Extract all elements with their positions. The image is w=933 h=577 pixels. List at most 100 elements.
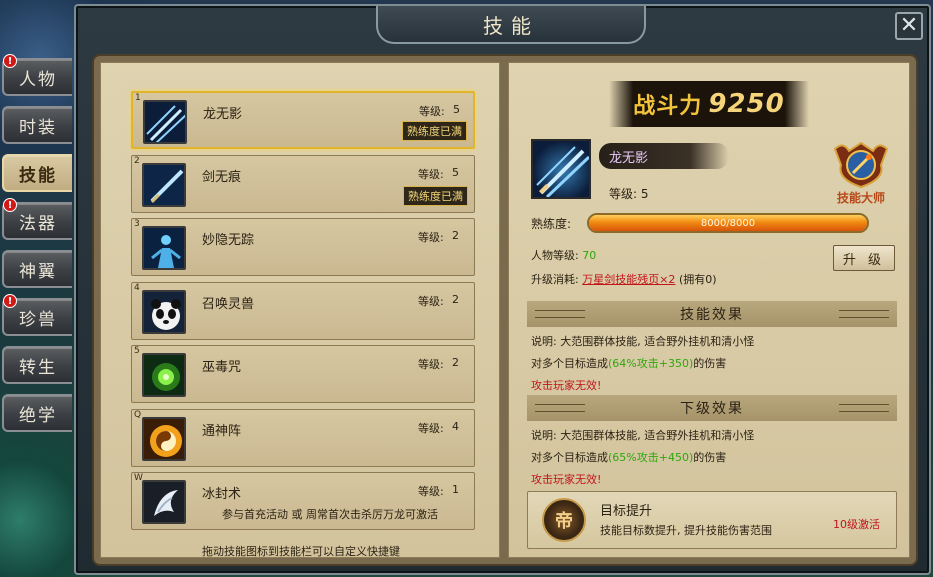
character-level-value: 70 [582, 249, 597, 262]
skill-level-label: 等级: [419, 105, 445, 118]
ice-icon[interactable] [142, 480, 186, 524]
sidebar-tab-label: 绝学 [19, 405, 57, 426]
sidebar-tab-label: 珍兽 [19, 309, 57, 330]
taiji-icon[interactable] [142, 417, 186, 461]
next-effect-pvp-note: 攻击玩家无效! [531, 473, 602, 486]
character-level-row: 人物等级: 70 [531, 247, 596, 263]
skill-book: 拖动技能图标到技能栏可以自定义快捷键 1 龙无影 等级: 5 熟练度已满 2 剑无痕 等级: 5… [94, 56, 916, 564]
skill-level-label: 等级: [418, 295, 444, 308]
skill-master-label: 技能大师 [836, 191, 885, 205]
side-tabs: 人物! 时装技能法器! 神翼珍兽! 转生绝学 [2, 54, 74, 442]
hotkey-label: 5 [134, 346, 140, 356]
skill-level-value: 1 [452, 483, 459, 496]
skill-level-value: 2 [452, 293, 459, 306]
effect-damage-prefix: 对多个目标造成 [531, 357, 608, 370]
effect-damage-value: (64%攻击+350) [608, 357, 694, 370]
next-damage-suffix: 的伤害 [693, 451, 727, 464]
hotkey-label: Q [134, 410, 142, 420]
skill-level-label: 等级: [418, 422, 444, 435]
effect-damage-suffix: 的伤害 [693, 357, 727, 370]
skill-row[interactable]: 1 龙无影 等级: 5 熟练度已满 [131, 91, 475, 149]
sidebar-tab[interactable]: 珍兽! [2, 294, 72, 336]
skill-row[interactable]: 5 巫毒咒 等级: 2 [131, 345, 475, 403]
poison-icon[interactable] [142, 353, 186, 397]
skill-row[interactable]: 4 召唤灵兽 等级: 2 [131, 282, 475, 340]
upgrade-cost-label: 升级消耗: [531, 273, 579, 286]
proficiency-label: 熟练度: [531, 217, 572, 231]
header-ornament [839, 404, 889, 412]
sidebar-tab[interactable]: 神翼 [2, 250, 72, 288]
sidebar-tab-label: 法器 [19, 213, 57, 234]
skill-row[interactable]: 2 剑无痕 等级: 5 熟练度已满 [131, 155, 475, 213]
drag-hint: 拖动技能图标到技能栏可以自定义快捷键 [202, 545, 400, 558]
hotkey-label: 2 [134, 156, 140, 166]
skill-name: 通神阵 [202, 424, 242, 439]
next-damage-value: (65%攻击+450) [608, 451, 694, 464]
close-button[interactable]: ✕ [895, 12, 923, 40]
sidebar-tab[interactable]: 时装 [2, 106, 72, 144]
skill-level-value: 5 [453, 103, 460, 116]
combat-power-banner: 战斗力 9250 [609, 81, 809, 127]
mastery-full-badge: 熟练度已满 [402, 121, 467, 141]
effect-pvp-note: 攻击玩家无效! [531, 379, 602, 392]
skill-row[interactable]: 3 妙隐无踪 等级: 2 [131, 218, 475, 276]
target-upgrade-description: 技能目标数提升, 提升技能伤害范围 [600, 524, 772, 537]
skill-level-text: 等级: 5 [609, 187, 649, 201]
sidebar-tab-label: 人物 [19, 69, 57, 90]
sidebar-tab[interactable]: 法器! [2, 198, 72, 240]
next-level-section-title: 下级效果 [680, 401, 744, 417]
skill-level-value: 4 [452, 420, 459, 433]
skill-level-value: 2 [452, 229, 459, 242]
next-damage-prefix: 对多个目标造成 [531, 451, 608, 464]
sword-icon[interactable] [142, 163, 186, 207]
sidebar-tab[interactable]: 绝学 [2, 394, 72, 432]
sidebar-tab-label: 技能 [19, 165, 57, 186]
skill-level-label: 等级: [418, 485, 444, 498]
target-upgrade-panel: 帝 目标提升 技能目标数提升, 提升技能伤害范围 10级激活 [527, 491, 897, 549]
skill-detail-page: 战斗力 9250 龙无影 等级: 5 技能大师 熟练度: 8000/8000 人… [508, 62, 910, 558]
next-effect-description: 说明: 大范围群体技能, 适合野外挂机和清小怪 [531, 429, 755, 442]
upgrade-cost-row: 升级消耗: 万星剑技能残页×2 (拥有0) [531, 271, 717, 287]
next-level-section-header: 下级效果 [527, 395, 897, 421]
hotkey-label: 3 [134, 219, 140, 229]
skill-name: 龙无影 [203, 107, 243, 122]
panda-icon[interactable] [142, 290, 186, 334]
effect-description: 说明: 大范围群体技能, 适合野外挂机和清小怪 [531, 335, 755, 348]
skill-level-label: 等级: [418, 168, 444, 181]
twin-swords-icon[interactable] [143, 100, 187, 144]
header-ornament [839, 310, 889, 318]
window-title: 技能 [483, 13, 539, 38]
skill-name: 召唤灵兽 [202, 297, 255, 312]
effect-section-header: 技能效果 [527, 301, 897, 327]
sidebar-tab-label: 时装 [19, 117, 57, 138]
hotkey-label: 4 [134, 283, 140, 293]
skill-window: 技能 ✕ 拖动技能图标到技能栏可以自定义快捷键 1 龙无影 等级: 5 熟练度已满 2 剑无… [74, 4, 931, 575]
alert-icon: ! [3, 198, 17, 212]
upgrade-cost-owned: (拥有0) [678, 273, 717, 286]
effect-section-title: 技能效果 [680, 307, 744, 323]
next-effect-damage-row: 对多个目标造成(65%攻击+450)的伤害 [531, 449, 726, 465]
unlock-hint: 参与首充活动 或 周常首次击杀厉万龙可激活 [222, 508, 438, 521]
sidebar-tab[interactable]: 转生 [2, 346, 72, 384]
combat-power-label: 战斗力 [633, 94, 703, 119]
skill-name: 冰封术 [202, 487, 242, 502]
skill-level-label: 等级: [418, 231, 444, 244]
skill-row[interactable]: W 冰封术 等级: 1 参与首充活动 或 周常首次击杀厉万龙可激活 [131, 472, 475, 530]
alert-icon: ! [3, 54, 17, 68]
proficiency-value: 8000/8000 [700, 217, 756, 229]
skill-level-label: 等级: [418, 358, 444, 371]
sidebar-tab[interactable]: 人物! [2, 54, 72, 96]
sidebar-tab-label: 转生 [19, 357, 57, 378]
alert-icon: ! [3, 294, 17, 308]
sidebar-tab[interactable]: 技能 [2, 154, 72, 192]
upgrade-button[interactable]: 升 级 [833, 245, 895, 271]
emperor-emblem-icon: 帝 [542, 498, 586, 542]
mastery-full-badge: 熟练度已满 [403, 186, 468, 206]
skill-master-icon[interactable] [829, 139, 893, 193]
stealth-icon[interactable] [142, 226, 186, 270]
skill-list-page: 拖动技能图标到技能栏可以自定义快捷键 1 龙无影 等级: 5 熟练度已满 2 剑无痕 等级: 5… [100, 62, 500, 558]
close-icon: ✕ [899, 13, 919, 38]
skill-name-banner: 龙无影 [599, 143, 729, 169]
skill-row[interactable]: Q 通神阵 等级: 4 [131, 409, 475, 467]
upgrade-cost-item[interactable]: 万星剑技能残页×2 [582, 273, 675, 286]
